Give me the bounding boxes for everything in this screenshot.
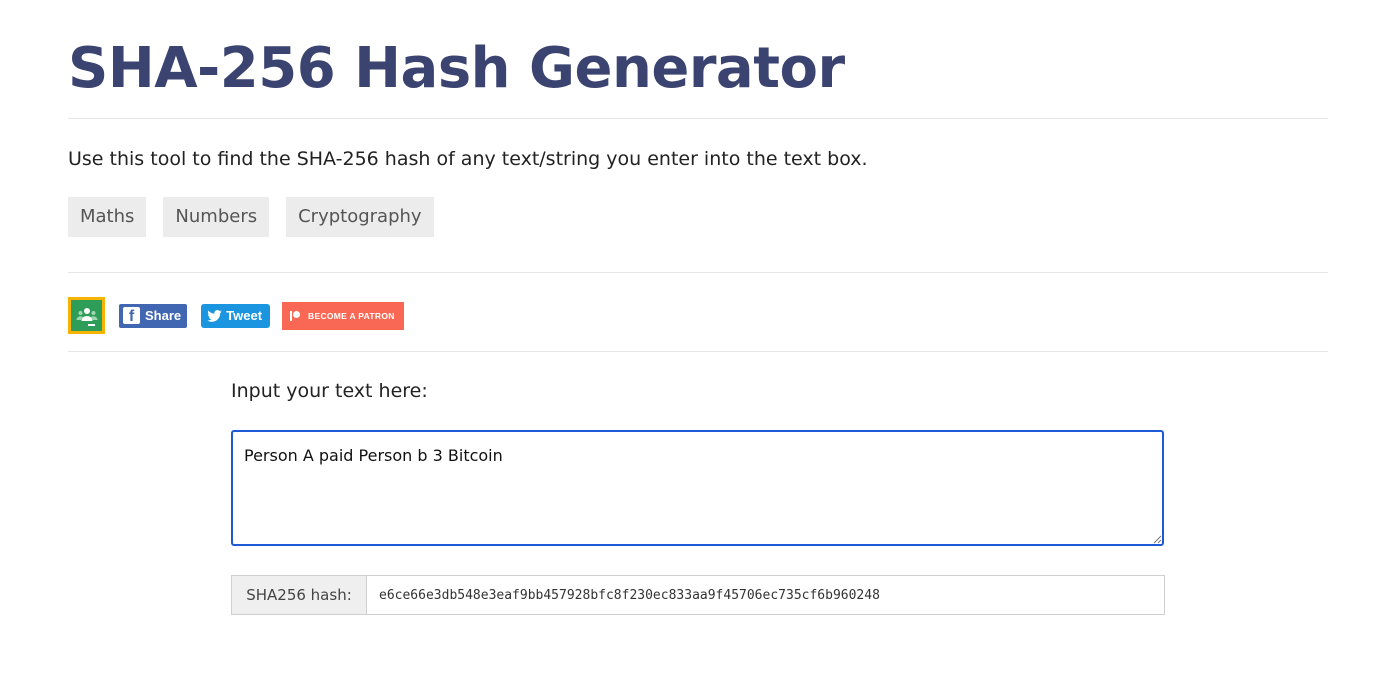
tag-maths[interactable]: Maths: [68, 197, 147, 237]
text-input[interactable]: Person A paid Person b 3 Bitcoin: [231, 430, 1164, 546]
tag-numbers[interactable]: Numbers: [163, 197, 270, 237]
tag-cryptography[interactable]: Cryptography: [286, 197, 434, 237]
become-a-patron-button[interactable]: BECOME A PATRON: [282, 301, 404, 330]
divider: [68, 118, 1328, 119]
facebook-share-button[interactable]: f Share: [119, 303, 188, 328]
social-buttons: f Share Tweet BECOME A PATRON: [68, 297, 404, 334]
hash-output-field[interactable]: [367, 576, 1164, 614]
page: SHA-256 Hash Generator Use this tool to …: [0, 0, 1400, 690]
share-label: Share: [145, 308, 182, 323]
page-description: Use this tool to find the SHA-256 hash o…: [68, 148, 868, 170]
google-classroom-button[interactable]: [68, 297, 105, 334]
twitter-bird-icon: [207, 309, 222, 322]
divider: [68, 272, 1328, 273]
patreon-icon: [290, 310, 301, 321]
hash-label: SHA256 hash:: [232, 576, 367, 614]
divider: [68, 351, 1328, 352]
tweet-label: Tweet: [226, 308, 263, 323]
facebook-icon: f: [123, 307, 140, 324]
resize-handle-icon[interactable]: [1152, 534, 1162, 544]
patron-label: BECOME A PATRON: [308, 310, 395, 321]
tweet-button[interactable]: Tweet: [201, 303, 271, 328]
hash-output-group: SHA256 hash:: [231, 575, 1165, 615]
tag-list: Maths Numbers Cryptography: [68, 197, 434, 237]
input-label: Input your text here:: [231, 380, 428, 402]
page-title: SHA-256 Hash Generator: [68, 36, 845, 101]
google-classroom-icon: [76, 307, 97, 326]
